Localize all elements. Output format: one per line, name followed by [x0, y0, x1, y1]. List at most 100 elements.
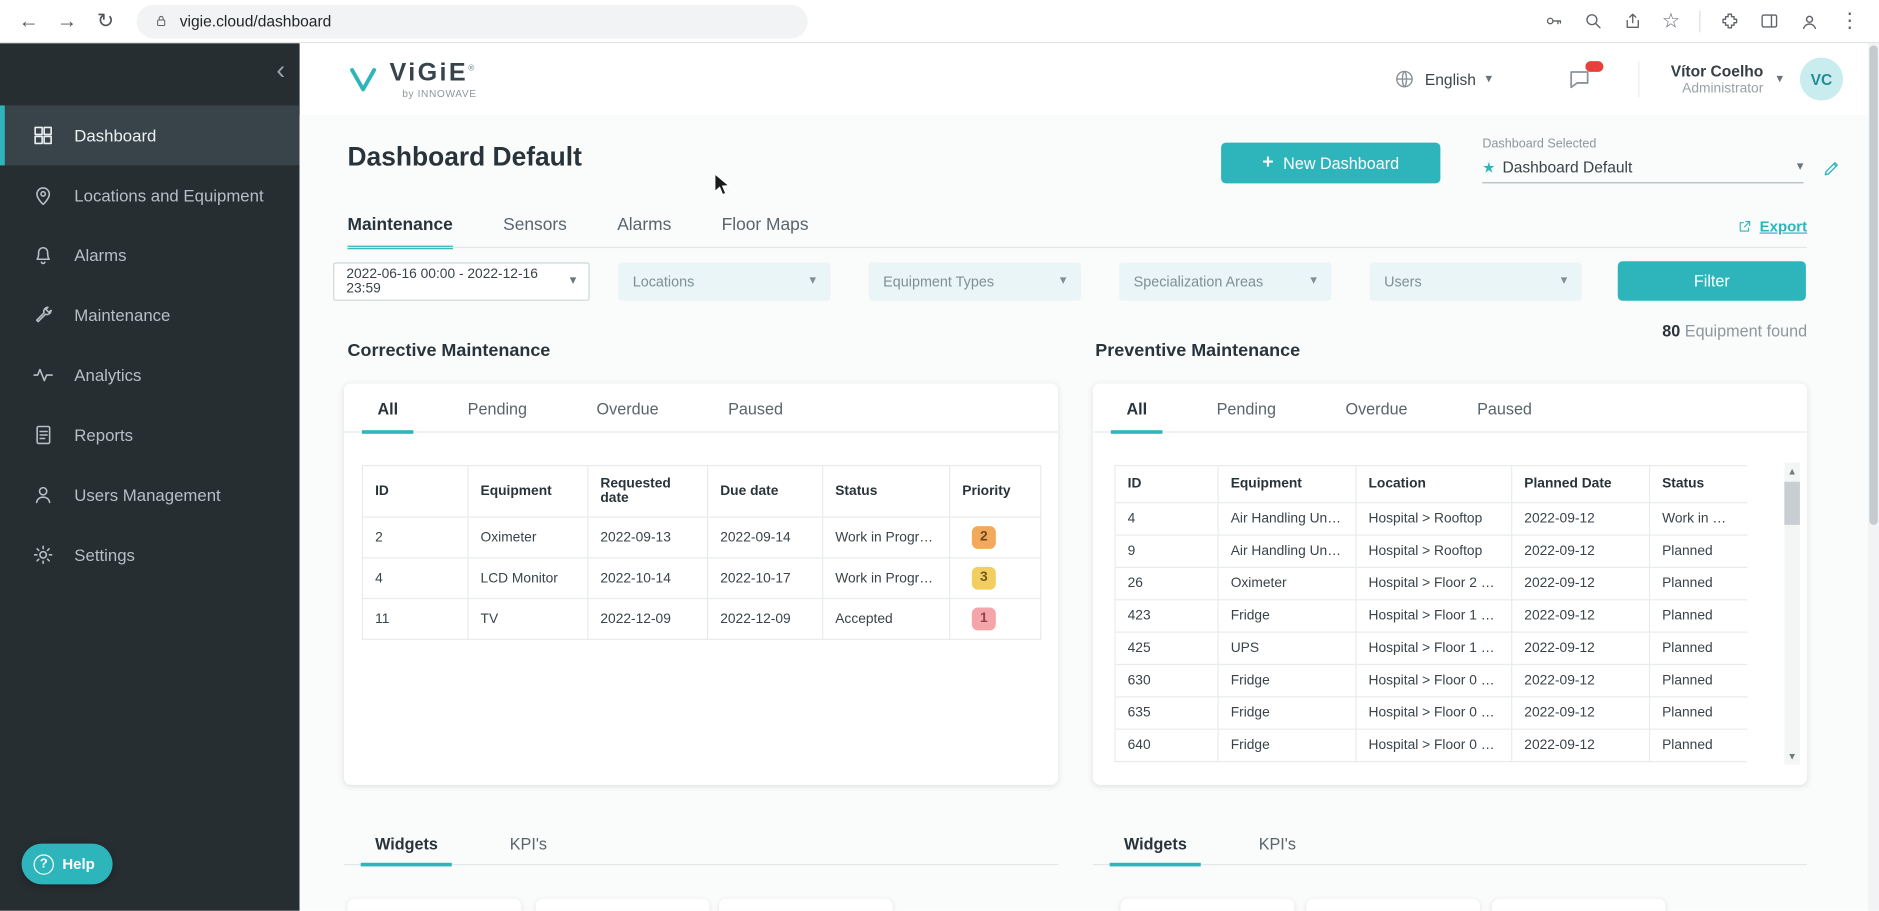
browser-menu-dots-icon[interactable]: ⋮	[1839, 11, 1859, 31]
browser-back-button[interactable]: ←	[12, 4, 46, 38]
table-row[interactable]: 423 Fridge Hospital > Floor 1 > Oper... …	[1114, 599, 1748, 633]
page-scrollbar-thumb[interactable]	[1869, 45, 1878, 525]
zoom-icon[interactable]	[1583, 11, 1603, 31]
app-root: ← → ↻ vigie.cloud/dashboard ☆ ⋮ ‹ Dashbo…	[0, 0, 1879, 911]
tab-paused[interactable]: Paused	[713, 400, 799, 431]
tab-widgets[interactable]: Widgets	[360, 835, 453, 867]
widget-card[interactable]	[1306, 898, 1480, 911]
tab-all[interactable]: All	[361, 400, 414, 434]
widget-card[interactable]	[535, 898, 710, 911]
date-range-select[interactable]: 2022-06-16 00:00 - 2022-12-16 23:59 ▾	[333, 261, 590, 301]
bookmark-star-icon[interactable]: ☆	[1662, 11, 1680, 31]
widget-card[interactable]	[1120, 898, 1295, 911]
tab-pending[interactable]: Pending	[452, 400, 543, 431]
new-dashboard-button[interactable]: + New Dashboard	[1221, 142, 1441, 184]
key-icon[interactable]	[1543, 11, 1563, 31]
table-row[interactable]: 4 Air Handling Unit 1 - ... Hospital > R…	[1114, 502, 1748, 536]
table-row[interactable]: 4 LCD Monitor 2022-10-14 2022-10-17 Work…	[361, 557, 1042, 600]
filter-button[interactable]: Filter	[1617, 261, 1806, 301]
help-button[interactable]: ? Help	[21, 843, 113, 885]
scroll-down-icon[interactable]: ▼	[1784, 748, 1800, 765]
cell-equipment: Fridge	[1217, 599, 1357, 633]
tab-widgets[interactable]: Widgets	[1109, 835, 1202, 867]
sidebar-item-reports[interactable]: Reports	[0, 405, 300, 465]
tab-pending[interactable]: Pending	[1201, 400, 1292, 431]
chevron-down-icon[interactable]: ▾	[1777, 72, 1784, 85]
tab-floor-maps[interactable]: Floor Maps	[722, 216, 809, 250]
table-row[interactable]: 11 TV 2022-12-09 2022-12-09 Accepted 1	[361, 597, 1042, 640]
cell-planned-date: 2022-09-12	[1511, 566, 1651, 601]
user-menu[interactable]: Vítor Coelho Administrator	[1671, 62, 1764, 96]
sidebar-collapse-icon[interactable]: ‹	[276, 57, 285, 84]
chevron-down-icon: ▾	[809, 273, 817, 288]
cell-location: Hospital > Floor 0 > Phar...	[1355, 696, 1513, 730]
cell-equipment: LCD Monitor	[467, 557, 589, 600]
browser-forward-button[interactable]: →	[50, 4, 84, 38]
scroll-up-icon[interactable]: ▲	[1784, 463, 1800, 480]
table-row[interactable]: 2 Oximeter 2022-09-13 2022-09-14 Work in…	[361, 516, 1042, 559]
table-header-row: ID Equipment Requested date Due date Sta…	[361, 464, 1042, 518]
locations-select[interactable]: Locations ▾	[618, 261, 831, 301]
sidebar-item-settings[interactable]: Settings	[0, 525, 300, 585]
sidebar-item-alarms[interactable]: Alarms	[0, 225, 300, 285]
priority-badge: 3	[971, 566, 996, 590]
table-row[interactable]: 26 Oximeter Hospital > Floor 2 > Nursi..…	[1114, 566, 1748, 601]
export-button[interactable]: Export	[1737, 218, 1807, 235]
side-panel-icon[interactable]	[1759, 11, 1779, 31]
tab-sensors[interactable]: Sensors	[503, 216, 567, 250]
widgets-kpis-tabs-right: Widgets KPI's	[1092, 835, 1808, 867]
tab-overdue[interactable]: Overdue	[581, 400, 674, 431]
chevron-down-icon: ▾	[1560, 273, 1568, 288]
sidebar-item-maintenance[interactable]: Maintenance	[0, 285, 300, 345]
browser-url-bar[interactable]: vigie.cloud/dashboard	[136, 4, 808, 38]
dashboard-select[interactable]: ★ Dashboard Default ▾	[1482, 158, 1804, 184]
tab-maintenance[interactable]: Maintenance	[347, 216, 453, 250]
sidebar-item-users-management[interactable]: Users Management	[0, 465, 300, 525]
dashboard-selected-label: Dashboard Selected	[1482, 136, 1597, 151]
browser-reload-button[interactable]: ↻	[89, 4, 123, 38]
sidebar-item-locations-and-equipment[interactable]: Locations and Equipment	[0, 165, 300, 225]
user-name: Vítor Coelho	[1670, 62, 1764, 81]
chevron-down-icon: ▾	[1059, 273, 1067, 288]
table-scrollbar[interactable]: ▲ ▼	[1784, 462, 1800, 765]
mouse-cursor	[713, 172, 731, 204]
tab-alarms[interactable]: Alarms	[617, 216, 671, 250]
table-row[interactable]: 425 UPS Hospital > Floor 1 > Oper... 202…	[1114, 631, 1748, 666]
equipment-found-count: 80 Equipment found	[1662, 322, 1808, 341]
cell-id: 2	[361, 516, 469, 559]
users-select[interactable]: Users ▾	[1369, 261, 1582, 301]
table-row[interactable]: 9 Air Handling Unit 2 - ... Hospital > R…	[1114, 534, 1748, 569]
specialization-areas-select[interactable]: Specialization Areas ▾	[1119, 261, 1332, 301]
table-row[interactable]: 630 Fridge Hospital > Floor 0 > Phar... …	[1114, 663, 1748, 698]
equipment-types-select[interactable]: Equipment Types ▾	[868, 261, 1081, 301]
export-label: Export	[1759, 218, 1808, 235]
sidebar-item-label: Alarms	[74, 245, 127, 265]
main-tab-bar: Maintenance Sensors Alarms Floor Maps	[347, 216, 809, 250]
tab-all[interactable]: All	[1110, 400, 1163, 434]
table-row[interactable]: 640 Fridge Hospital > Floor 0 > Phar... …	[1114, 728, 1748, 763]
cell-id: 425	[1114, 631, 1219, 666]
language-selector[interactable]: English ▾	[1394, 68, 1492, 90]
cell-status: Planned	[1648, 534, 1748, 569]
browser-profile-icon[interactable]	[1799, 10, 1821, 32]
globe-icon	[1394, 68, 1416, 90]
tab-paused[interactable]: Paused	[1461, 400, 1547, 431]
sidebar-item-dashboard[interactable]: Dashboard	[0, 105, 300, 166]
widget-card[interactable]	[719, 898, 893, 911]
cell-id: 423	[1114, 599, 1219, 633]
widget-card[interactable]	[347, 898, 522, 911]
sidebar-item-analytics[interactable]: Analytics	[0, 345, 300, 405]
share-icon[interactable]	[1622, 11, 1642, 31]
messages-button[interactable]	[1566, 61, 1604, 92]
widget-card[interactable]	[1491, 898, 1666, 911]
scrollbar-thumb[interactable]	[1784, 481, 1800, 525]
sidebar-item-label: Reports	[74, 425, 134, 445]
table-row[interactable]: 635 Fridge Hospital > Floor 0 > Phar... …	[1114, 696, 1748, 730]
avatar[interactable]: VC	[1799, 57, 1844, 101]
tab-overdue[interactable]: Overdue	[1330, 400, 1423, 431]
edit-dashboard-button[interactable]	[1821, 158, 1841, 178]
tab-kpis[interactable]: KPI's	[1244, 835, 1310, 864]
tab-kpis[interactable]: KPI's	[495, 835, 561, 864]
page-scrollbar[interactable]	[1868, 43, 1879, 911]
extensions-puzzle-icon[interactable]	[1720, 11, 1740, 31]
